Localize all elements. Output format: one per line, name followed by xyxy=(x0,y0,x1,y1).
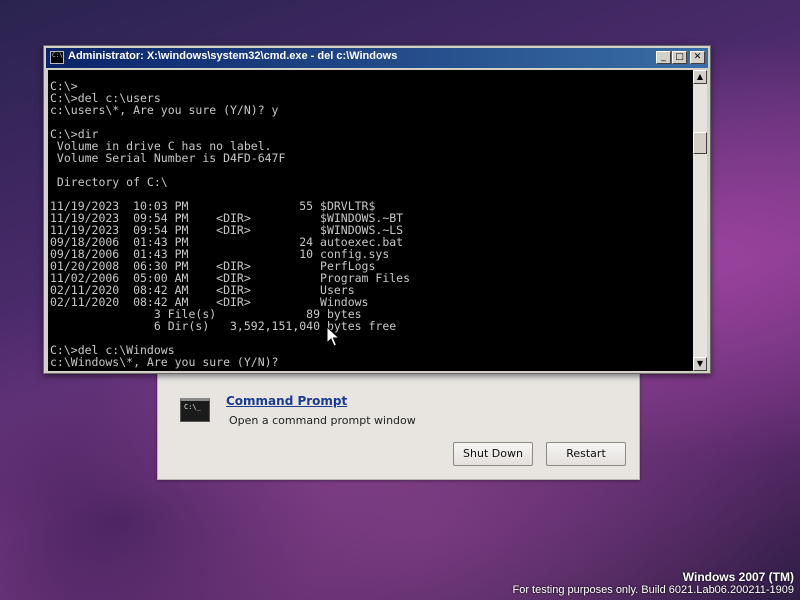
scroll-thumb[interactable] xyxy=(693,132,707,154)
console-line: Volume Serial Number is D4FD-647F xyxy=(56,151,286,165)
console-output[interactable]: C:\> C:\>del c:\users c:\users\*, Are yo… xyxy=(48,70,693,371)
mouse-cursor-icon xyxy=(326,326,340,347)
scroll-up-button[interactable]: ▲ xyxy=(693,70,707,84)
os-name: Windows 2007 (TM) xyxy=(682,570,794,584)
build-string: For testing purposes only. Build 6021.La… xyxy=(512,584,794,596)
cmd-window-icon-label: C:\ xyxy=(52,52,63,59)
restart-button[interactable]: Restart xyxy=(546,442,626,466)
console-text: C:\> C:\>del c:\users c:\users\*, Are yo… xyxy=(48,70,693,368)
recovery-options-panel: C:\_ Command Prompt Open a command promp… xyxy=(157,365,640,480)
build-watermark: Windows 2007 (TM) For testing purposes o… xyxy=(512,570,794,596)
command-prompt-description: Open a command prompt window xyxy=(229,414,416,427)
close-button[interactable]: ✕ xyxy=(690,51,705,64)
console-line: Directory of C:\ xyxy=(56,175,168,189)
maximize-button[interactable]: □ xyxy=(672,51,687,64)
cmd-window-icon[interactable]: C:\ xyxy=(50,51,64,64)
cmd-window-title: Administrator: X:\windows\system32\cmd.e… xyxy=(68,50,398,62)
command-prompt-icon-label: C:\_ xyxy=(184,403,201,411)
console-line: c:\Windows\*, Are you sure (Y/N)? xyxy=(50,355,279,369)
cmd-title-bar[interactable]: C:\ Administrator: X:\windows\system32\c… xyxy=(46,48,708,68)
console-line: c:\users\*, Are you sure (Y/N)? y xyxy=(50,103,279,117)
vertical-scrollbar[interactable]: ▲ ▼ xyxy=(693,70,707,371)
scroll-down-button[interactable]: ▼ xyxy=(693,357,707,371)
cmd-window[interactable]: C:\ Administrator: X:\windows\system32\c… xyxy=(43,45,711,374)
minimize-button[interactable]: _ xyxy=(656,51,671,64)
command-prompt-icon[interactable]: C:\_ xyxy=(180,398,210,422)
shut-down-button[interactable]: Shut Down xyxy=(453,442,533,466)
console-line: 6 Dir(s) 3,592,151,040 bytes free xyxy=(153,319,397,333)
command-prompt-link[interactable]: Command Prompt xyxy=(226,394,347,408)
